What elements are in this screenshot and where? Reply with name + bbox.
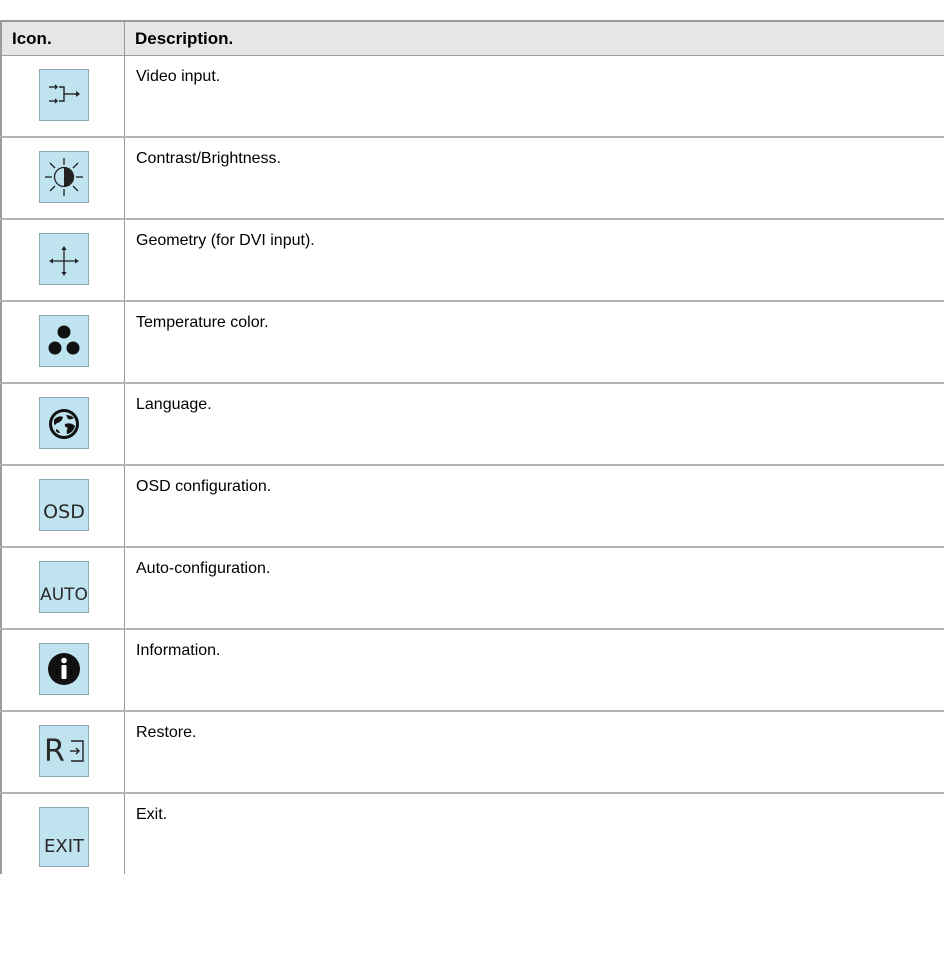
header-description-column: Description.: [135, 28, 234, 48]
icon-cell: [0, 384, 125, 464]
description-cell: Video input.: [136, 68, 221, 85]
table-row: Information.: [0, 630, 944, 712]
header-icon-column: Icon.: [0, 22, 125, 55]
description-cell: OSD configuration.: [136, 478, 272, 495]
auto-icon: AUTO: [39, 561, 89, 613]
icon-description-table: Icon. Description. Video input. Contrast…: [0, 20, 944, 874]
exit-icon: EXIT: [39, 807, 89, 867]
description-cell: Language.: [136, 396, 212, 413]
table-row: OSD OSD configuration.: [0, 466, 944, 548]
icon-cell: [0, 220, 125, 300]
table-row: Temperature color.: [0, 302, 944, 384]
description-cell: Geometry (for DVI input).: [136, 232, 315, 249]
icon-cell: R: [0, 712, 125, 792]
restore-icon: R: [39, 725, 89, 777]
table-row: R Restore.: [0, 712, 944, 794]
video-input-icon: [39, 69, 89, 121]
icon-cell: EXIT: [0, 794, 125, 874]
description-cell: Exit.: [136, 806, 168, 823]
icon-cell: OSD: [0, 466, 125, 546]
auto-icon-label: AUTO: [40, 585, 88, 605]
table-row: AUTO Auto-configuration.: [0, 548, 944, 630]
description-cell: Contrast/Brightness.: [136, 150, 281, 167]
description-cell: Auto-configuration.: [136, 560, 271, 577]
icon-cell: [0, 630, 125, 710]
description-cell: Restore.: [136, 724, 197, 741]
table-row: Language.: [0, 384, 944, 466]
icon-cell: [0, 138, 125, 218]
icon-cell: [0, 56, 125, 136]
restore-icon-letter: R: [44, 733, 65, 769]
description-cell: Information.: [136, 642, 221, 659]
table-header: Icon. Description.: [0, 20, 944, 56]
icon-cell: [0, 302, 125, 382]
table-row: Contrast/Brightness.: [0, 138, 944, 220]
osd-icon: OSD: [39, 479, 89, 531]
geometry-icon: [39, 233, 89, 285]
exit-icon-label: EXIT: [43, 836, 84, 857]
table-row: EXIT Exit.: [0, 794, 944, 874]
language-icon: [39, 397, 89, 449]
osd-icon-label: OSD: [43, 501, 85, 523]
information-icon: [39, 643, 89, 695]
description-cell: Temperature color.: [136, 314, 269, 331]
temperature-color-icon: [39, 315, 89, 367]
icon-cell: AUTO: [0, 548, 125, 628]
contrast-brightness-icon: [39, 151, 89, 203]
table-row: Geometry (for DVI input).: [0, 220, 944, 302]
table-row: Video input.: [0, 56, 944, 138]
